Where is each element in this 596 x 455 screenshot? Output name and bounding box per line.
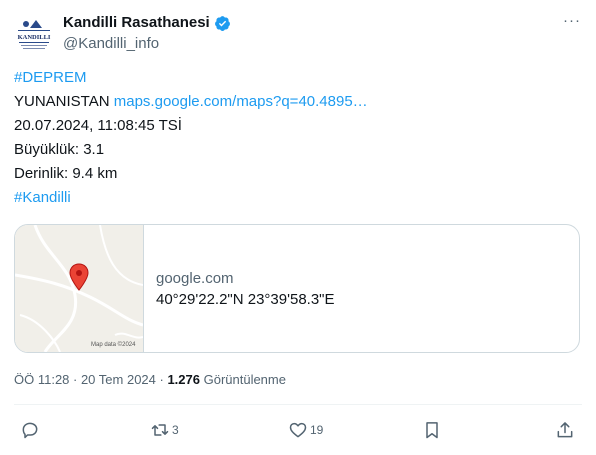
- kandilli-logo: KANDILLI: [14, 14, 54, 54]
- card-title: 40°29'22.2"N 23°39'58.3"E: [156, 291, 335, 308]
- heart-icon: [289, 422, 307, 438]
- map-pin-icon: [69, 263, 89, 291]
- views-label: Görüntülenme: [199, 372, 286, 387]
- card-domain: google.com: [156, 270, 234, 287]
- author-name[interactable]: Kandilli Rasathanesi: [63, 13, 231, 33]
- retweet-count: 3: [172, 423, 179, 437]
- avatar[interactable]: KANDILLI: [14, 14, 54, 54]
- datetime-text: 20.07.2024, 11:08:45 TSİ: [14, 117, 182, 134]
- magnitude-text: Büyüklük: 3.1: [14, 141, 105, 158]
- depth-text: Derinlik: 9.4 km: [14, 165, 118, 182]
- share-button[interactable]: [555, 418, 575, 442]
- retweet-button[interactable]: 3: [150, 418, 179, 442]
- location-text: YUNANISTAN: [14, 93, 110, 110]
- bookmark-icon: [426, 422, 438, 439]
- author-handle[interactable]: @Kandilli_info: [63, 34, 159, 54]
- views-count: 1.276: [167, 372, 200, 387]
- tweet: KANDILLI Kandilli Rasathanesi @Kandilli_…: [0, 0, 596, 455]
- tweet-text: #DEPREM YUNANISTAN maps.google.com/maps?…: [14, 66, 584, 210]
- reply-button[interactable]: [20, 418, 42, 442]
- more-options-icon[interactable]: ···: [562, 13, 582, 34]
- retweet-icon: [151, 424, 169, 436]
- reply-icon: [22, 422, 38, 439]
- like-count: 19: [310, 423, 324, 437]
- hashtag-deprem[interactable]: #DEPREM: [14, 69, 87, 86]
- author-name-text[interactable]: Kandilli Rasathanesi: [63, 13, 210, 33]
- maps-link[interactable]: maps.google.com/maps?q=40.4895…: [114, 93, 368, 110]
- link-preview-card[interactable]: Map data ©2024 google.com 40°29'22.2"N 2…: [14, 224, 580, 353]
- tweet-timestamp[interactable]: ÖÖ 11:28 · 20 Tem 2024 ·: [14, 372, 167, 387]
- like-button[interactable]: 19: [288, 418, 323, 442]
- share-icon: [557, 422, 573, 438]
- bookmark-button[interactable]: [422, 418, 442, 442]
- tweet-meta: ÖÖ 11:28 · 20 Tem 2024 · 1.276 Görüntüle…: [14, 370, 286, 390]
- verified-badge-icon: [214, 15, 230, 31]
- map-attribution: Map data ©2024: [91, 342, 136, 348]
- svg-text:KANDILLI: KANDILLI: [18, 34, 51, 41]
- map-thumbnail[interactable]: Map data ©2024: [15, 225, 144, 352]
- divider: [14, 404, 582, 405]
- hashtag-kandilli[interactable]: #Kandilli: [14, 189, 71, 206]
